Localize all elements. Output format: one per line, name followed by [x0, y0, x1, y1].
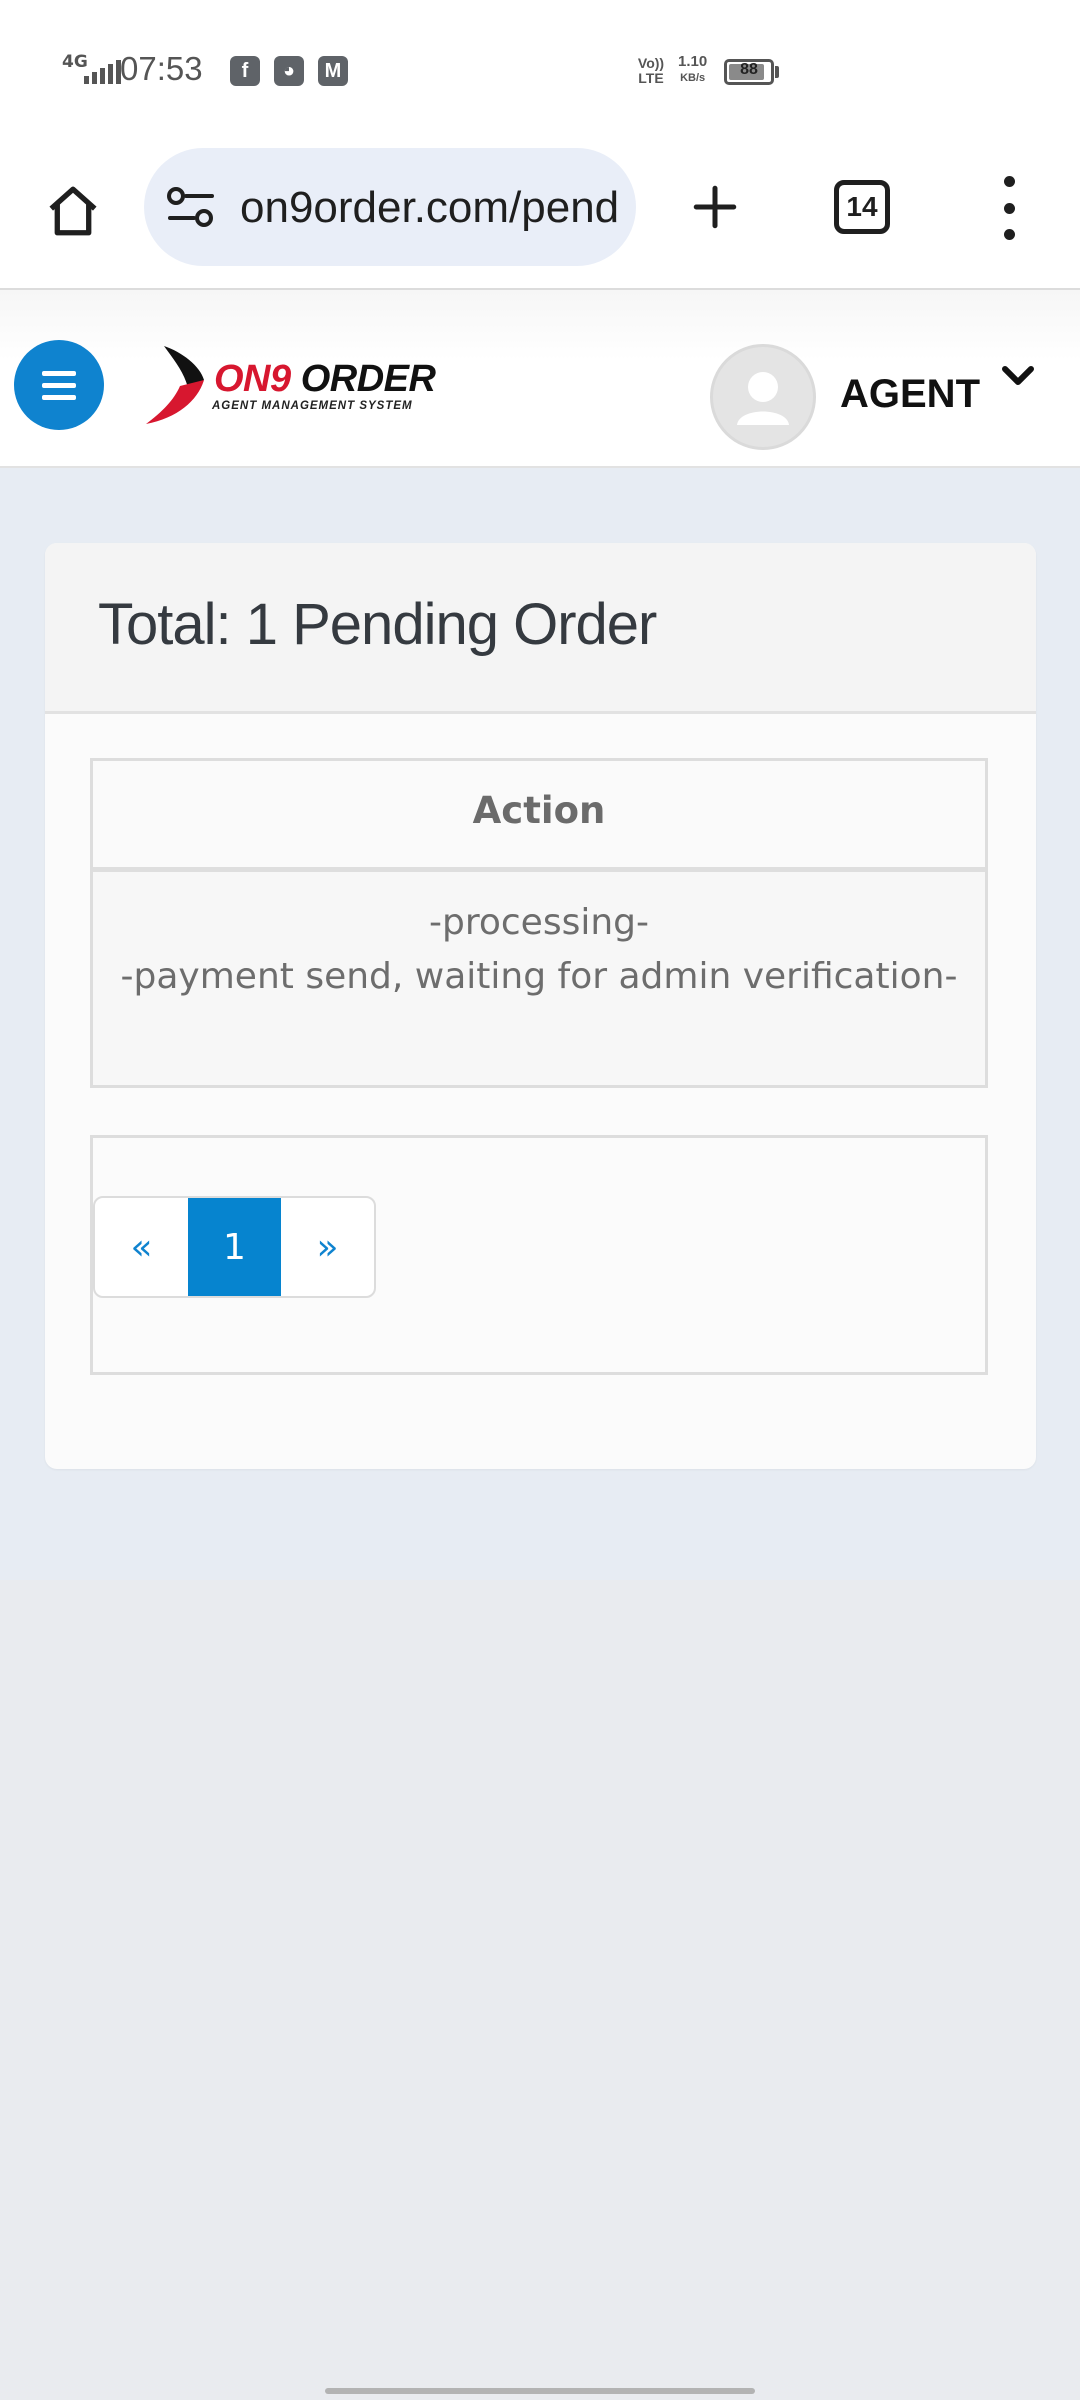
network-speed: 1.10 KB/s [678, 54, 707, 86]
hamburger-icon-line [42, 382, 76, 388]
logo-title: ON9 ORDER [214, 358, 436, 401]
clock: 07:53 [120, 50, 203, 87]
dot-icon [1003, 176, 1015, 187]
battery-level: 88 [740, 61, 758, 78]
home-button[interactable] [38, 176, 108, 246]
url-text[interactable]: on9order.com/pending [240, 183, 620, 233]
column-header-action: Action [472, 789, 606, 832]
content-area: Total: 1 Pending Order Action -processin… [0, 468, 1080, 1580]
address-bar[interactable]: on9order.com/pending [144, 148, 636, 266]
avatar[interactable] [710, 344, 816, 450]
order-status: -processing- [429, 902, 649, 943]
browser-menu-button[interactable] [984, 176, 1034, 240]
plus-icon [693, 185, 737, 229]
card-header: Total: 1 Pending Order [45, 543, 1036, 714]
logo-title-part1: ON9 [214, 358, 291, 400]
order-status-note: -payment send, waiting for admin verific… [120, 956, 958, 997]
status-bar: 4G 07:53 f ◕ M Vo)) LTE 1.10 KB/s 88 [0, 0, 1080, 140]
browser-toolbar: on9order.com/pending 14 [0, 140, 1080, 290]
page-title: Total: 1 Pending Order [98, 592, 657, 657]
logo-subtitle: AGENT MANAGEMENT SYSTEM [212, 400, 413, 412]
site-logo[interactable]: ON9 ORDER AGENT MANAGEMENT SYSTEM [134, 342, 454, 426]
page-button-current[interactable]: 1 [188, 1198, 281, 1296]
speed-unit: KB/s [680, 72, 706, 84]
next-page-button[interactable]: » [281, 1198, 374, 1296]
signal-icon [84, 58, 121, 84]
orders-table: Action -processing- -payment send, waiti… [90, 758, 988, 1088]
dot-icon [1003, 229, 1015, 240]
user-role-label[interactable]: AGENT [840, 372, 980, 417]
gesture-navigation-bar[interactable] [325, 2388, 755, 2394]
speed-value: 1.10 [678, 53, 708, 70]
hamburger-icon-line [42, 370, 76, 376]
volte-icon: Vo)) LTE [637, 55, 665, 86]
pagination: « 1 » [93, 1196, 376, 1298]
battery-icon: 88 [724, 59, 774, 85]
new-tab-button[interactable] [680, 172, 750, 242]
sidebar-toggle-button[interactable] [14, 340, 104, 430]
m-app-icon: M [318, 56, 348, 86]
chevron-down-icon [1002, 366, 1034, 385]
site-settings-icon[interactable] [166, 186, 216, 228]
user-dropdown-button[interactable] [994, 356, 1042, 396]
tab-switcher-button[interactable]: 14 [834, 180, 890, 234]
pagination-container: « 1 » [90, 1135, 988, 1375]
hamburger-icon-line [42, 394, 76, 400]
site-header: ON9 ORDER AGENT MANAGEMENT SYSTEM AGENT [0, 290, 1080, 468]
shield-app-icon: ◕ [274, 56, 304, 86]
battery-nub [775, 66, 779, 78]
logo-mark-icon [146, 346, 204, 424]
facebook-icon: f [230, 56, 260, 86]
prev-page-button[interactable]: « [95, 1198, 188, 1296]
logo-title-part2: ORDER [300, 358, 436, 400]
dot-icon [1003, 202, 1015, 214]
home-icon [49, 186, 97, 236]
pending-orders-card: Total: 1 Pending Order Action -processin… [45, 543, 1036, 1469]
table-row: -processing- -payment send, waiting for … [93, 872, 985, 1085]
table-header-row: Action [93, 761, 985, 872]
user-icon [737, 372, 789, 425]
